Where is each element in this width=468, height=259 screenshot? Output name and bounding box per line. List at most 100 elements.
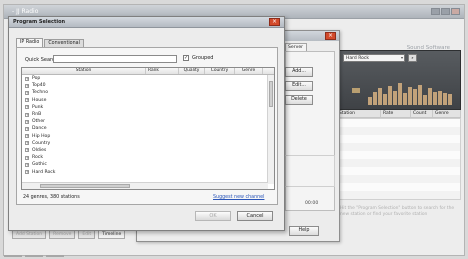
list-item[interactable]: + Dance — [22, 125, 274, 132]
list-item[interactable]: + Hard Rock — [22, 168, 274, 175]
list-item[interactable]: + Hip Hop — [22, 133, 274, 140]
volume-indicator[interactable] — [352, 88, 360, 93]
list-item[interactable]: + Punk — [22, 104, 274, 111]
tab-ip-radio[interactable]: IP Radio — [16, 38, 44, 47]
genre-label: Punk — [32, 104, 44, 110]
ok-button[interactable]: OK — [195, 211, 231, 221]
column-header[interactable]: Quality — [179, 68, 205, 74]
maximize-icon[interactable] — [441, 8, 450, 15]
genre-label: Hip Hop — [32, 133, 51, 139]
stations-list[interactable] — [337, 118, 461, 200]
list-item[interactable]: + Gothic — [22, 161, 274, 168]
stations-list-header: Station Rate Count Genre — [337, 110, 461, 118]
window-controls — [431, 8, 460, 15]
equalizer-bar — [443, 93, 447, 105]
expand-icon[interactable]: + — [25, 83, 29, 88]
expand-icon[interactable]: + — [25, 112, 29, 117]
close-icon[interactable] — [451, 8, 460, 15]
expand-icon[interactable]: + — [25, 155, 29, 160]
genre-label: Other — [32, 119, 46, 125]
column-header[interactable]: Station — [22, 68, 146, 74]
dialog-title: Program Selection — [13, 19, 66, 25]
close-icon[interactable]: × — [325, 32, 336, 40]
horizontal-scrollbar[interactable] — [22, 182, 268, 189]
column-header[interactable]: Genre — [433, 110, 461, 117]
list-item[interactable]: + Rock — [22, 154, 274, 161]
equalizer-bar — [368, 96, 372, 105]
equalizer-bar — [433, 91, 437, 105]
tab-server[interactable]: Server — [285, 43, 307, 51]
vertical-scrollbar[interactable] — [267, 75, 274, 184]
column-header[interactable]: Rank — [146, 68, 179, 74]
expand-icon[interactable]: + — [25, 98, 29, 103]
genre-label: Top40 — [32, 83, 46, 89]
equalizer-bar — [388, 85, 392, 105]
stations-table[interactable]: Station Rank Quality Country Genre + Pop +… — [21, 67, 275, 190]
list-item[interactable]: + House — [22, 97, 274, 104]
list-item[interactable]: + Pop — [22, 75, 274, 82]
expand-icon[interactable]: + — [25, 119, 29, 124]
hint-text: Hit the "Program Selection" button to se… — [340, 206, 455, 217]
help-button[interactable]: Help — [289, 226, 319, 236]
cancel-button[interactable]: Cancel — [237, 211, 273, 221]
expand-icon[interactable]: + — [25, 141, 29, 146]
grouped-checkbox[interactable]: ✓ Grouped — [183, 55, 213, 61]
ip-radio-panel: Quick Search ✓ Grouped Station Rank Qual… — [16, 47, 278, 205]
player-panel: Hard Rock ▾ ⌕ — [337, 50, 461, 110]
search-icon[interactable]: ⌕ — [408, 54, 417, 62]
table-header: Station Rank Quality Country Genre — [22, 68, 274, 75]
expand-icon[interactable]: + — [25, 105, 29, 110]
equalizer-bar — [393, 90, 397, 105]
list-item[interactable]: + RnB — [22, 111, 274, 118]
scroll-thumb[interactable] — [269, 81, 273, 107]
genre-label: Gothic — [32, 162, 47, 168]
equalizer-bar — [383, 94, 387, 105]
expand-icon[interactable]: + — [25, 148, 29, 153]
expand-icon[interactable]: + — [25, 90, 29, 95]
genre-label: Hard Rock — [32, 169, 56, 175]
equalizer-bar — [418, 84, 422, 105]
equalizer-bar — [428, 88, 432, 105]
column-header[interactable]: Rate — [381, 110, 411, 117]
quick-search-input[interactable] — [53, 55, 177, 63]
list-item[interactable]: + Country — [22, 140, 274, 147]
expand-icon[interactable]: + — [25, 162, 29, 167]
station-select-value: Hard Rock — [346, 56, 369, 61]
suggest-channel-link[interactable]: Suggest new channel — [213, 195, 264, 200]
dialog-titlebar: Program Selection × — [9, 17, 284, 28]
equalizer-bar — [448, 94, 452, 105]
genre-label: Oldies — [32, 147, 47, 153]
equalizer-bar — [373, 91, 377, 105]
list-item[interactable]: + Top40 — [22, 82, 274, 89]
column-header[interactable]: Count — [411, 110, 433, 117]
genre-label: Rock — [32, 155, 43, 161]
program-selection-dialog: Program Selection × IP Radio Conventiona… — [8, 16, 285, 231]
close-icon[interactable]: × — [269, 18, 280, 26]
tab-conventional[interactable]: Conventional — [44, 39, 84, 47]
time-value: 00:00 — [305, 201, 319, 206]
scroll-thumb[interactable] — [40, 184, 130, 188]
list-item[interactable]: + Techno — [22, 89, 274, 96]
minimize-icon[interactable] — [431, 8, 440, 15]
expand-icon[interactable]: + — [25, 170, 29, 175]
column-header[interactable]: Genre — [235, 68, 263, 74]
station-count-status: 24 genres, 380 stations — [23, 195, 80, 200]
genre-label: RnB — [32, 112, 42, 118]
list-item[interactable]: + Other — [22, 118, 274, 125]
equalizer-bar — [408, 87, 412, 105]
column-header[interactable]: Station — [337, 110, 381, 117]
list-item[interactable]: + Oldies — [22, 147, 274, 154]
station-select[interactable]: Hard Rock ▾ — [343, 54, 405, 62]
genre-label: Pop — [32, 76, 41, 82]
genre-label: Dance — [32, 126, 47, 132]
edit-server-button[interactable]: Edit... — [285, 81, 313, 91]
column-header[interactable]: Country — [205, 68, 235, 74]
expand-icon[interactable]: + — [25, 76, 29, 81]
equalizer-bar — [438, 90, 442, 105]
add-server-button[interactable]: Add... — [285, 67, 313, 77]
expand-icon[interactable]: + — [25, 126, 29, 131]
expand-icon[interactable]: + — [25, 134, 29, 139]
genre-label: Country — [32, 140, 51, 146]
delete-server-button[interactable]: Delete — [285, 95, 313, 105]
checkbox-icon[interactable]: ✓ — [183, 55, 189, 61]
